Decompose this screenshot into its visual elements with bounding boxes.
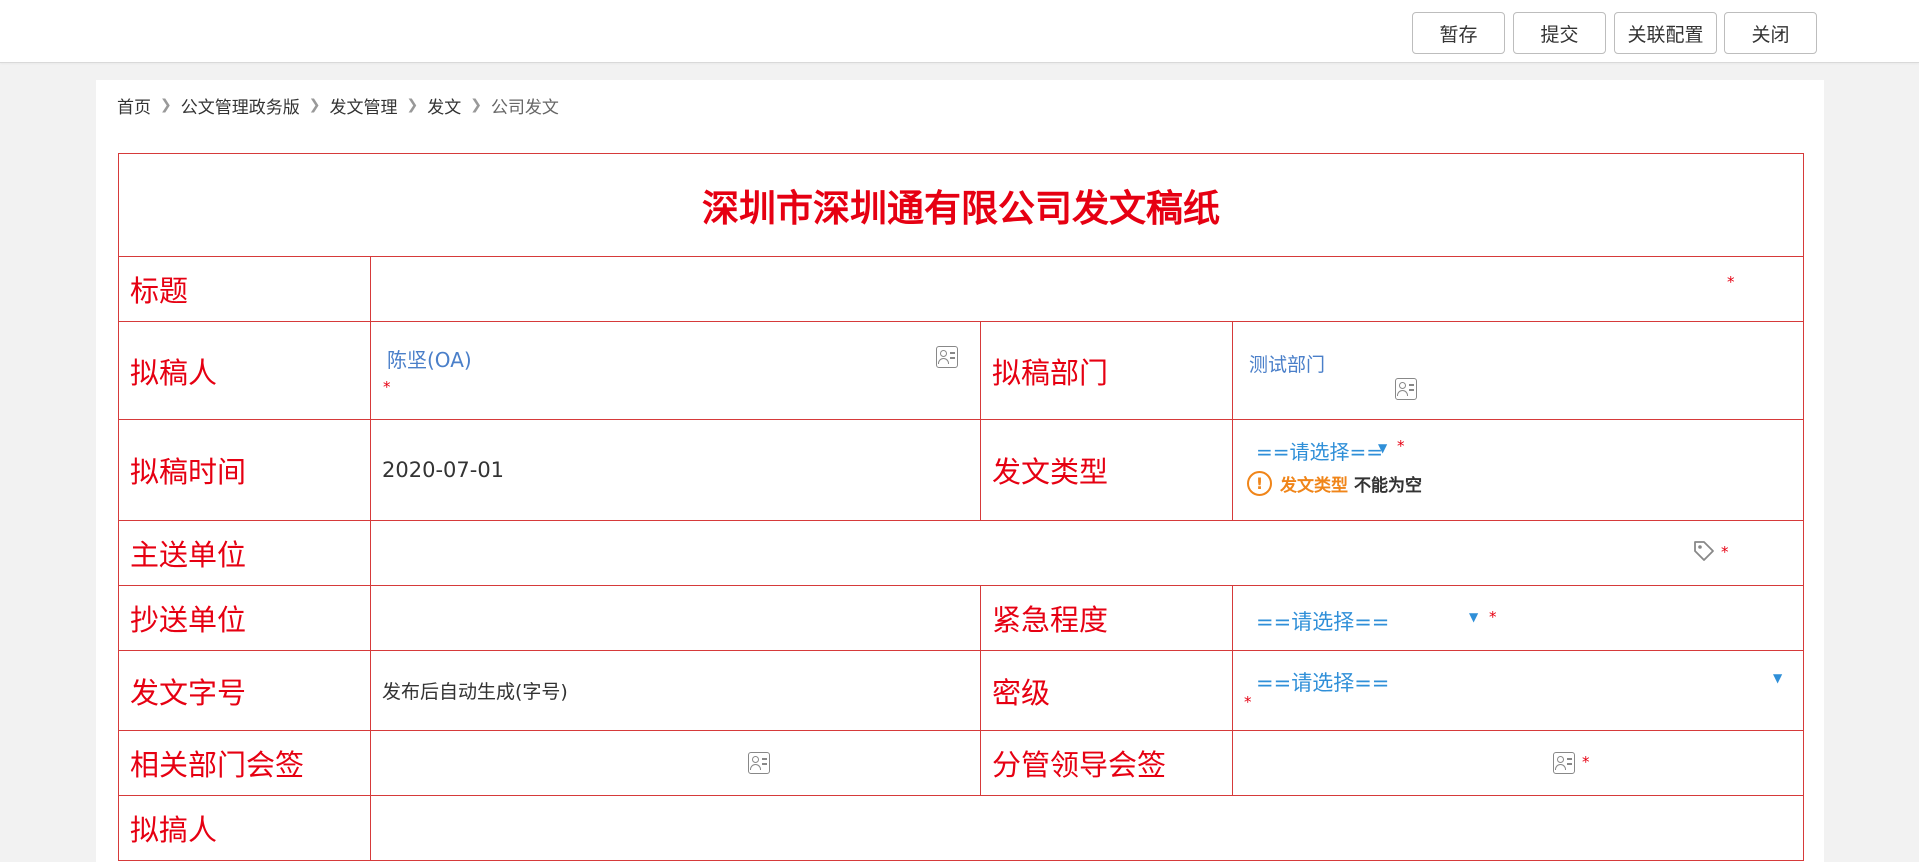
validation-message: ! 发文类型 不能为空 (1247, 471, 1422, 496)
caret-down-icon[interactable]: ▼ (1773, 671, 1782, 685)
form-title: 深圳市深圳通有限公司发文稿纸 (118, 153, 1804, 257)
chevron-right-icon: ❯ (308, 97, 321, 113)
breadcrumb-dispatch-mgmt[interactable]: 发文管理 (329, 93, 397, 118)
top-toolbar: 暂存 提交 关联配置 关闭 (0, 0, 1919, 63)
required-mark: * (1727, 273, 1735, 291)
required-mark: * (1721, 543, 1729, 561)
contact-picker-icon[interactable] (1553, 752, 1575, 774)
exclamation-icon: ! (1247, 471, 1272, 496)
breadcrumb-dispatch[interactable]: 发文 (427, 93, 461, 118)
subject-input[interactable]: * (370, 256, 1804, 322)
tag-icon[interactable] (1692, 539, 1716, 563)
chevron-right-icon: ❯ (406, 97, 419, 113)
breadcrumb-home[interactable]: 首页 (117, 93, 151, 118)
drafter-label: 拟稿人 (118, 321, 371, 420)
contact-picker-icon[interactable] (936, 346, 958, 368)
draft-dept-label: 拟稿部门 (980, 321, 1233, 420)
breadcrumb-company-dispatch: 公司发文 (490, 97, 559, 118)
validation-field: 发文类型 (1280, 476, 1348, 496)
main-panel: 首页 ❯ 公文管理政务版 ❯ 发文管理 ❯ 发文 ❯ 公司发文 深圳市深圳通有限… (96, 80, 1824, 862)
subject-label: 标题 (118, 256, 371, 322)
drafter2-input[interactable] (370, 795, 1804, 861)
dept-cosign-label: 相关部门会签 (118, 730, 371, 796)
dept-cosign-field[interactable] (370, 730, 981, 796)
urgency-field[interactable]: ==请选择== ▼ * (1232, 585, 1804, 651)
leader-cosign-field[interactable]: * (1232, 730, 1804, 796)
leader-cosign-label: 分管领导会签 (980, 730, 1233, 796)
breadcrumb: 首页 ❯ 公文管理政务版 ❯ 发文管理 ❯ 发文 ❯ 公司发文 (117, 93, 559, 118)
doc-number-label: 发文字号 (118, 650, 371, 731)
drafter2-label: 拟搞人 (118, 795, 371, 861)
save-draft-button[interactable]: 暂存 (1412, 12, 1505, 54)
doc-number-value: 发布后自动生成(字号) (370, 650, 981, 731)
dept-picker-icon[interactable] (1395, 378, 1417, 400)
urgency-label: 紧急程度 (980, 585, 1233, 651)
draft-time-label: 拟稿时间 (118, 419, 371, 521)
drafter-field[interactable]: 陈坚(OA) * (370, 321, 981, 420)
required-mark: * (1397, 437, 1405, 455)
cc-recipient-input[interactable] (370, 585, 981, 651)
secrecy-label: 密级 (980, 650, 1233, 731)
required-mark: * (383, 378, 391, 396)
close-button[interactable]: 关闭 (1724, 12, 1817, 54)
draft-dept-field[interactable]: 测试部门 (1232, 321, 1804, 420)
secrecy-field[interactable]: ==请选择== ▼ * (1232, 650, 1804, 731)
draft-time-value[interactable]: 2020-07-01 (370, 419, 981, 521)
doc-type-select[interactable]: ==请选择== (1256, 436, 1383, 465)
chevron-right-icon: ❯ (470, 97, 482, 113)
contact-picker-icon[interactable] (748, 752, 770, 774)
submit-button[interactable]: 提交 (1513, 12, 1606, 54)
breadcrumb-gov-doc-mgmt[interactable]: 公文管理政务版 (181, 93, 300, 118)
urgency-select[interactable]: ==请选择== (1256, 606, 1389, 636)
drafter-value: 陈坚(OA) (387, 348, 472, 372)
dispatch-form: 深圳市深圳通有限公司发文稿纸 标题 * 拟稿人 陈坚(OA) * 拟稿部门 测试… (118, 153, 1804, 861)
cc-recipient-label: 抄送单位 (118, 585, 371, 651)
validation-text: 不能为空 (1354, 476, 1422, 496)
required-mark: * (1489, 608, 1497, 626)
link-config-button[interactable]: 关联配置 (1614, 12, 1717, 54)
main-recipient-label: 主送单位 (118, 520, 371, 586)
caret-down-icon[interactable]: ▼ (1378, 441, 1387, 455)
secrecy-select[interactable]: ==请选择== (1256, 667, 1389, 697)
doc-type-field[interactable]: ==请选择== ▼ * ! 发文类型 不能为空 (1232, 419, 1804, 521)
required-mark: * (1582, 753, 1590, 771)
main-recipient-field[interactable]: * (370, 520, 1804, 586)
doc-type-label: 发文类型 (980, 419, 1233, 521)
required-mark: * (1244, 693, 1252, 711)
draft-dept-value: 测试部门 (1249, 354, 1326, 376)
caret-down-icon[interactable]: ▼ (1469, 610, 1478, 624)
chevron-right-icon: ❯ (160, 97, 172, 113)
